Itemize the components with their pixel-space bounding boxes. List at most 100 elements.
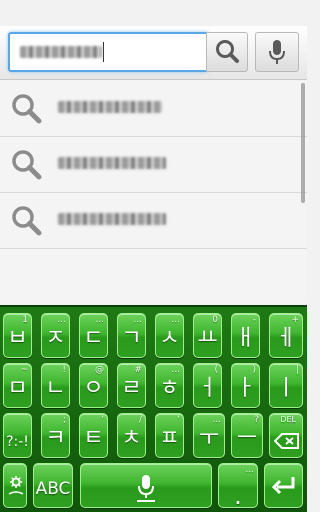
key-label: ㅡ: [236, 426, 258, 451]
key-u[interactable]: ... ㅜ: [193, 413, 225, 458]
key-giyeok[interactable]: ... ㄱ: [117, 313, 146, 358]
key-period[interactable]: ... .: [218, 463, 258, 510]
scrollbar[interactable]: [301, 83, 305, 203]
key-enter[interactable]: [264, 463, 303, 508]
key-hint: @: [95, 365, 104, 375]
search-icon: [216, 40, 239, 63]
key-label: ㅣ: [275, 376, 297, 401]
suggestion-text-blurred: [58, 213, 166, 228]
key-label: ㄴ: [45, 376, 66, 401]
microphone-icon: [137, 475, 155, 502]
key-tieut[interactable]: ' ㅌ: [79, 413, 108, 458]
key-siot[interactable]: ... ㅅ: [155, 313, 184, 358]
key-abc-switch[interactable]: ABC: [33, 463, 73, 508]
key-label: ㅐ: [235, 326, 256, 351]
key-ae[interactable]: -ㅐ: [231, 313, 260, 358]
enter-arrow-icon: [271, 477, 295, 495]
backspace-icon: [274, 433, 299, 449]
key-mieum[interactable]: ~ ㅁ: [3, 363, 32, 408]
key-e[interactable]: + ㅔ: [269, 313, 303, 358]
key-label: ㅇ: [83, 376, 104, 401]
key-hint: ?: [254, 415, 259, 425]
key-hint: ): [252, 365, 256, 375]
key-symbols[interactable]: ?:-!: [3, 413, 32, 458]
korean-keyboard: 1ㅂ ... ㅈ ... ㄷ ... ㄱ ... ㅅ 0ㅛ -ㅐ + ㅔ ~ ㅁ ! ㄴ @ ㅇ…: [0, 305, 307, 512]
key-hint: ': [177, 415, 180, 425]
key-yo[interactable]: 0ㅛ: [193, 313, 222, 358]
key-hint: (: [214, 365, 218, 375]
key-label: ?:-!: [6, 434, 29, 450]
key-hint: ...: [171, 365, 180, 375]
key-label: ㄱ: [121, 326, 142, 351]
key-label: ㅂ: [7, 326, 28, 351]
settings-gear-icon: [8, 476, 24, 495]
key-a[interactable]: ) ㅏ: [231, 363, 260, 408]
search-button[interactable]: [206, 32, 248, 72]
key-ieung[interactable]: @ ㅇ: [79, 363, 108, 408]
key-hint: |: [295, 365, 299, 375]
key-eo[interactable]: (ㅓ: [193, 363, 222, 408]
key-pieup[interactable]: ' ㅍ: [155, 413, 184, 458]
key-label: ㄹ: [121, 376, 142, 401]
suggestion-search-icon: [12, 93, 42, 123]
key-hint: /: [138, 415, 142, 425]
suggestion-list: [0, 81, 307, 303]
key-hint: 1: [22, 315, 28, 325]
key-hint: !: [62, 365, 66, 375]
screen: 1ㅂ ... ㅈ ... ㄷ ... ㄱ ... ㅅ 0ㅛ -ㅐ + ㅔ ~ ㅁ ! ㄴ @ ㅇ…: [0, 0, 307, 512]
voice-search-button[interactable]: [255, 32, 299, 72]
suggestion-item[interactable]: [0, 81, 307, 137]
search-input[interactable]: [8, 32, 208, 72]
key-hieut[interactable]: ... ㅎ: [155, 363, 184, 408]
key-eu[interactable]: ? ㅡ: [231, 413, 263, 458]
key-hint: ...: [57, 315, 66, 325]
key-label: ㅏ: [235, 376, 256, 401]
key-space[interactable]: [80, 463, 212, 508]
key-label: ㅊ: [121, 426, 142, 451]
key-label: ㅁ: [7, 376, 28, 401]
key-label: ㅛ: [197, 326, 218, 351]
key-label: ㅓ: [197, 376, 218, 401]
key-label: ㅈ: [45, 326, 66, 351]
key-rieul[interactable]: # ㄹ: [117, 363, 146, 408]
key-settings[interactable]: [3, 463, 27, 508]
key-i[interactable]: | ㅣ: [269, 363, 303, 408]
scrollbar-thumb[interactable]: [301, 83, 305, 203]
key-label: ㄷ: [83, 326, 104, 351]
microphone-icon: [269, 40, 285, 64]
search-query-blurred: [20, 46, 102, 58]
key-nieun[interactable]: ! ㄴ: [41, 363, 70, 408]
key-hint: ;: [62, 415, 66, 425]
suggestion-text-blurred: [58, 157, 166, 172]
key-label: ABC: [35, 479, 71, 499]
key-label: ㅍ: [159, 426, 180, 451]
key-hint: 0: [212, 315, 218, 325]
key-hint: #: [134, 365, 142, 375]
key-hint: DEL: [280, 415, 296, 424]
key-jieut[interactable]: ... ㅈ: [41, 313, 70, 358]
suggestion-item[interactable]: [0, 137, 307, 193]
key-label: ㅜ: [198, 426, 220, 451]
text-cursor: [103, 42, 104, 62]
suggestion-search-icon: [12, 149, 42, 179]
key-hint: ...: [171, 315, 180, 325]
key-hint: ...: [133, 315, 142, 325]
space-mic: [81, 473, 211, 503]
key-label: ㅔ: [275, 326, 297, 351]
key-label: ㅅ: [159, 326, 180, 351]
key-kieuk[interactable]: ; ㅋ: [41, 413, 70, 458]
key-bieup[interactable]: 1ㅂ: [3, 313, 32, 358]
key-hint: ...: [245, 465, 254, 475]
suggestion-item[interactable]: [0, 193, 307, 249]
key-digeut[interactable]: ... ㄷ: [79, 313, 108, 358]
search-bar: [0, 26, 307, 80]
key-hint: ': [101, 415, 104, 425]
key-label: ㅌ: [83, 426, 104, 451]
key-delete[interactable]: DEL: [269, 413, 303, 458]
key-label: ㅎ: [159, 376, 180, 401]
key-label: ㅋ: [45, 426, 66, 451]
key-label: .: [234, 482, 242, 510]
key-hint: ...: [212, 415, 221, 425]
key-chieut[interactable]: / ㅊ: [117, 413, 146, 458]
suggestion-search-icon: [12, 205, 42, 235]
